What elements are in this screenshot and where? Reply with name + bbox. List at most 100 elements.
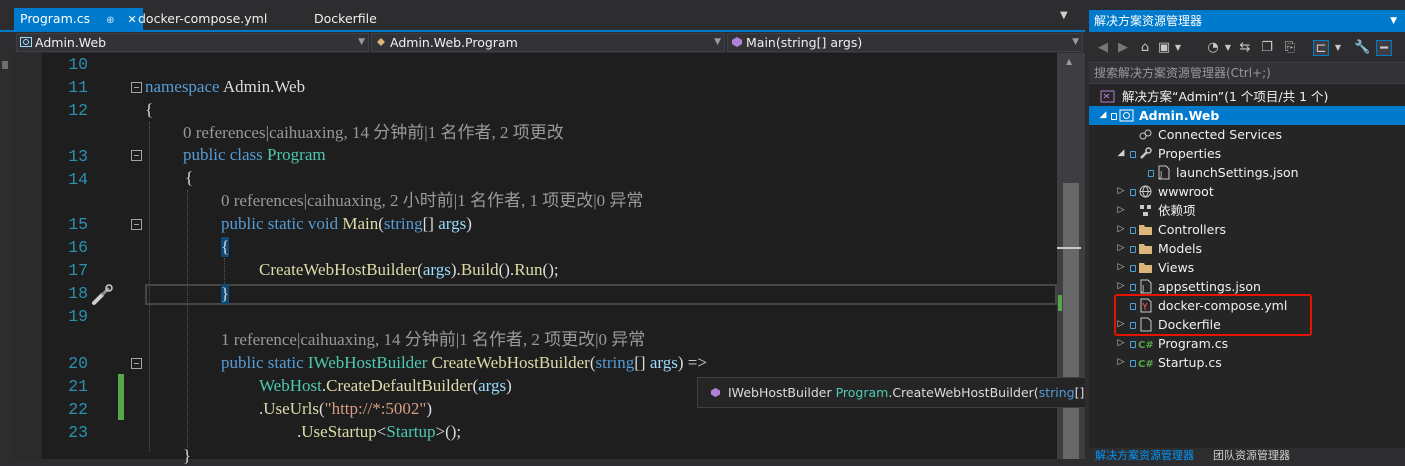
punctuation-token: ) bbox=[466, 214, 472, 233]
window-menu-dropdown-icon[interactable]: ▼ bbox=[1390, 10, 1397, 32]
tree-item-launchsettings[interactable]: J launchSettings.json bbox=[1089, 163, 1405, 182]
outline-collapse-toggle[interactable] bbox=[131, 150, 142, 161]
tree-item-connected-services[interactable]: Connected Services bbox=[1089, 125, 1405, 144]
tree-item-views[interactable]: ▷ Views bbox=[1089, 258, 1405, 277]
tree-item-properties[interactable]: ◢ Properties bbox=[1089, 144, 1405, 163]
method-name-token: UseUrls bbox=[263, 399, 319, 418]
collapsed-arrow-icon[interactable]: ▷ bbox=[1116, 182, 1126, 201]
svg-text:J: J bbox=[1141, 284, 1144, 293]
chevron-down-icon[interactable]: ▼ bbox=[1330, 40, 1346, 56]
collapsed-arrow-icon[interactable]: ▷ bbox=[1116, 258, 1126, 277]
keyword-token: public static bbox=[221, 353, 304, 372]
collapse-all-icon[interactable]: ❐ bbox=[1259, 40, 1275, 56]
line-number: 12 bbox=[68, 101, 88, 120]
tab-solution-explorer[interactable]: 解决方案资源管理器 bbox=[1095, 449, 1194, 463]
close-icon[interactable]: ✕ bbox=[127, 13, 136, 26]
line-number: 20 bbox=[68, 354, 88, 373]
solution-explorer-toolbar: ◀ ▶ ⌂ ▣ ▼ ◔ ▼ ⇆ ❐ ⎘ ⊏ ▼ 🔧 ━ bbox=[1089, 32, 1405, 62]
forward-icon[interactable]: ▶ bbox=[1115, 40, 1131, 56]
tree-item-controllers[interactable]: ▷ Controllers bbox=[1089, 220, 1405, 239]
expanded-arrow-icon[interactable]: ◢ bbox=[1116, 144, 1126, 163]
punctuation-token: ) bbox=[426, 399, 433, 418]
scroll-up-arrow-icon[interactable]: ▲ bbox=[1066, 57, 1072, 66]
codelens-main[interactable]: 0 references|caihuaxing, 2 小时前|1 名作者, 1 … bbox=[221, 191, 643, 211]
punctuation-token: ) => bbox=[677, 353, 707, 372]
collapsed-arrow-icon[interactable]: ▷ bbox=[1116, 353, 1126, 372]
code-line-22: .UseUrls("http://*:5002") bbox=[259, 399, 432, 419]
tree-item-models[interactable]: ▷ Models bbox=[1089, 239, 1405, 258]
chevron-down-icon[interactable]: ▼ bbox=[1170, 40, 1186, 56]
member-dropdown[interactable]: Main(string[] args) ▼ bbox=[727, 33, 1083, 52]
solution-explorer-title: 解决方案资源管理器 bbox=[1094, 14, 1203, 28]
tree-item-label: Controllers bbox=[1158, 222, 1226, 237]
tab-dockerfile[interactable]: Dockerfile bbox=[314, 8, 377, 30]
tree-item-startup-cs[interactable]: ▷ C# Startup.cs bbox=[1089, 353, 1405, 372]
svg-text:C#: C# bbox=[1138, 340, 1153, 351]
svg-text:J: J bbox=[1159, 170, 1162, 179]
code-line-11: namespace Admin.Web bbox=[145, 77, 305, 97]
line-number: 13 bbox=[68, 147, 88, 166]
codelens-create-web-host-builder[interactable]: 1 reference|caihuaxing, 14 分钟前|1 名作者, 2 … bbox=[221, 330, 645, 350]
punctuation-token: [] bbox=[634, 353, 650, 372]
class-name-token: Program bbox=[262, 145, 326, 164]
svg-text:C#: C# bbox=[1138, 359, 1153, 370]
tab-program-cs[interactable]: Program.cs ⊕ ✕ bbox=[14, 8, 143, 30]
scrollbar-change-marker bbox=[1058, 295, 1062, 311]
collapsed-arrow-icon[interactable]: ▷ bbox=[1116, 334, 1126, 353]
type-dropdown-label: Admin.Web.Program bbox=[390, 35, 518, 50]
solution-explorer-bottom-tabs: 解决方案资源管理器 团队资源管理器 bbox=[1089, 448, 1405, 462]
web-project-icon bbox=[20, 37, 32, 47]
code-line-16: { bbox=[221, 237, 230, 257]
tree-item-label: wwwroot bbox=[1158, 184, 1214, 199]
changed-lines-marker bbox=[118, 374, 124, 420]
tree-item-dependencies[interactable]: ▷ 依赖项 bbox=[1089, 201, 1405, 220]
source-control-lock-icon bbox=[1148, 170, 1154, 177]
tree-item-solution[interactable]: 解决方案“Admin”(1 个项目/共 1 个) bbox=[1089, 87, 1405, 106]
type-name-token: Startup bbox=[386, 422, 436, 441]
csharp-file-icon: C# bbox=[1138, 359, 1153, 370]
preview-selected-items-icon[interactable]: ⊏ bbox=[1313, 40, 1329, 56]
tree-item-wwwroot[interactable]: ▷ wwwroot bbox=[1089, 182, 1405, 201]
folder-icon bbox=[1139, 244, 1152, 254]
back-icon[interactable]: ◀ bbox=[1095, 40, 1111, 56]
type-name-token: IWebHostBuilder bbox=[303, 353, 428, 372]
parameter-token: args bbox=[649, 353, 678, 372]
code-line-24: } bbox=[183, 446, 192, 465]
tree-item-admin-web[interactable]: ◢ Admin.Web bbox=[1089, 106, 1405, 125]
codelens-program[interactable]: 0 references|caihuaxing, 14 分钟前|1 名作者, 2… bbox=[183, 123, 564, 143]
pin-icon[interactable]: ━ bbox=[1376, 40, 1392, 56]
line-number: 17 bbox=[68, 261, 88, 280]
project-dropdown[interactable]: Admin.Web ▼ bbox=[16, 33, 369, 52]
outline-collapse-toggle[interactable] bbox=[131, 358, 142, 369]
collapsed-arrow-icon[interactable]: ▷ bbox=[1116, 220, 1126, 239]
pending-changes-filter-icon[interactable]: ◔ bbox=[1205, 40, 1221, 56]
punctuation-token: [] bbox=[422, 214, 439, 233]
properties-wrench-icon[interactable]: 🔧 bbox=[1354, 40, 1370, 56]
source-control-lock-icon bbox=[1130, 265, 1136, 272]
expanded-arrow-icon[interactable]: ◢ bbox=[1098, 106, 1108, 125]
show-all-files-icon[interactable]: ⎘ bbox=[1282, 40, 1298, 56]
tooltip-owner-type: Program bbox=[835, 385, 889, 400]
chevron-down-icon[interactable]: ▼ bbox=[1220, 40, 1236, 56]
string-literal-token: "http://*:5002" bbox=[324, 399, 427, 418]
collapsed-arrow-icon[interactable]: ▷ bbox=[1116, 201, 1126, 220]
collapsed-arrow-icon[interactable]: ▷ bbox=[1116, 239, 1126, 258]
pin-icon[interactable]: ⊕ bbox=[106, 15, 114, 26]
method-name-token: Run bbox=[514, 260, 543, 279]
tree-item-label: Admin.Web bbox=[1139, 108, 1220, 123]
outline-collapse-toggle[interactable] bbox=[131, 219, 142, 230]
home-icon[interactable]: ⌂ bbox=[1137, 40, 1153, 56]
tree-item-program-cs[interactable]: ▷ C# Program.cs bbox=[1089, 334, 1405, 353]
margin-grip[interactable] bbox=[2, 61, 8, 69]
quick-actions-screwdriver-icon[interactable] bbox=[90, 283, 114, 307]
outline-collapse-toggle[interactable] bbox=[131, 82, 142, 93]
tab-team-explorer[interactable]: 团队资源管理器 bbox=[1213, 449, 1290, 463]
solution-explorer-search-input[interactable]: 搜索解决方案资源管理器(Ctrl+;) bbox=[1089, 62, 1405, 84]
tab-docker-compose[interactable]: docker-compose.yml bbox=[138, 8, 267, 30]
sync-active-document-icon[interactable]: ⇆ bbox=[1237, 40, 1253, 56]
tree-item-label: Startup.cs bbox=[1158, 355, 1222, 370]
tab-overflow-dropdown-icon[interactable]: ▼ bbox=[1060, 10, 1068, 21]
type-dropdown[interactable]: Admin.Web.Program ▼ bbox=[371, 33, 725, 52]
scrollbar-thumb[interactable] bbox=[1063, 183, 1079, 459]
json-file-icon: J bbox=[1158, 165, 1170, 180]
